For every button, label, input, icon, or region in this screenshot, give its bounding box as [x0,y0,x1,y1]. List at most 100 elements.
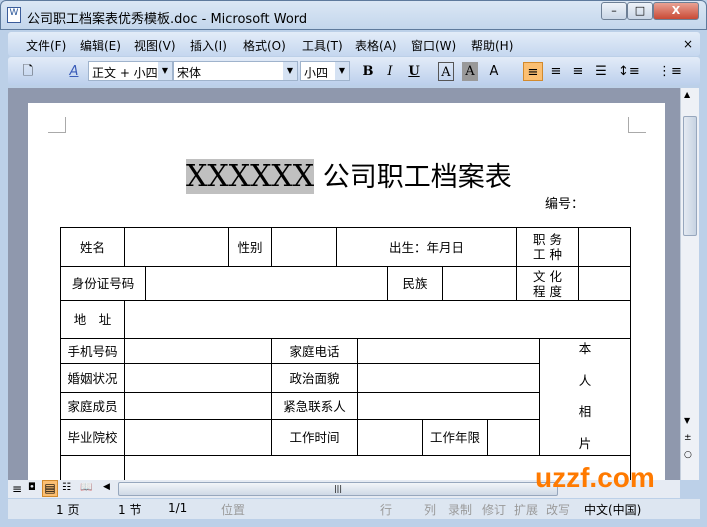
marital-field[interactable] [124,363,272,393]
menu-view[interactable]: 视图(V) [134,37,176,54]
label-edu-line1: 文 化 [533,268,562,284]
window-title: 公司职工档案表优秀模板.doc - Microsoft Word [27,12,308,27]
reading-view-icon[interactable]: 📖 [80,482,92,493]
previous-page-icon[interactable]: ± [684,433,692,443]
align-justify-button[interactable]: ≡ [523,62,543,81]
close-document-button[interactable]: × [683,37,693,51]
emergency-field[interactable] [357,392,540,420]
address-field[interactable] [124,300,631,339]
scroll-left-icon[interactable]: ◀ [103,482,110,492]
minimize-button[interactable]: – [601,2,627,20]
char-shading-button[interactable]: A [462,62,478,81]
menu-table[interactable]: 表格(A) [355,37,397,54]
school-field[interactable] [124,419,272,456]
id-field[interactable] [145,266,388,301]
photo-label: 片 [578,435,592,451]
status-page: 1 页 [56,503,80,517]
birth-field[interactable]: 出生：年月日 [336,227,517,267]
menu-format[interactable]: 格式(O) [243,37,286,54]
line-spacing-button[interactable]: ↕≡ [618,62,640,81]
title-placeholder: XXXXXX [186,159,315,194]
gender-field[interactable] [271,227,337,267]
name-field[interactable] [124,227,229,267]
close-button[interactable]: X [653,2,699,20]
chevron-down-icon: ▼ [283,62,297,80]
print-view-icon[interactable]: ▤ [42,480,58,497]
menu-help[interactable]: 帮助(H) [471,37,513,54]
menu-bar: 文件(F) 编辑(E) 视图(V) 插入(I) 格式(O) 工具(T) 表格(A… [8,32,700,56]
margin-mark [628,117,646,133]
style-select[interactable]: 正文 + 小四 ▼ [88,61,173,81]
label-edu-line2: 程 度 [533,283,562,299]
status-overtype[interactable]: 改写 [546,501,570,518]
menu-insert[interactable]: 插入(I) [190,37,227,54]
home-phone-field[interactable] [357,338,540,364]
underline-button[interactable]: U [404,62,424,81]
menu-file[interactable]: 文件(F) [26,37,66,54]
font-size-select[interactable]: 小四 ▼ [300,61,350,81]
scroll-down-icon[interactable]: ▼ [684,416,690,425]
select-browse-object-icon[interactable]: ○ [684,450,692,460]
number-label: 编号： [545,197,585,212]
web-view-icon[interactable]: ◘ [28,482,36,493]
char-scale-button[interactable]: A [484,62,504,81]
scroll-thumb[interactable] [683,116,697,236]
scroll-thumb[interactable]: ||| [118,482,558,496]
label-education: 文 化程 度 [516,266,579,301]
font-select[interactable]: 宋体 ▼ [173,61,298,81]
font-value: 宋体 [177,66,202,80]
label-job: 职 务工 种 [516,227,579,267]
normal-view-icon[interactable]: ≡ [12,482,22,496]
outline-view-icon[interactable]: ☷ [62,482,71,493]
table-cell[interactable] [60,455,125,482]
status-line: 行 [380,503,393,517]
job-field[interactable] [578,227,631,267]
status-extend[interactable]: 扩展 [514,501,538,518]
ethnic-field[interactable] [442,266,517,301]
word-doc-icon: W [7,7,21,23]
status-section: 1 节 [118,503,142,517]
label-ethnic: 民族 [387,266,443,301]
styles-icon[interactable]: A [64,62,84,81]
mobile-field[interactable] [124,338,272,364]
new-document-icon[interactable]: 🗋 [18,62,38,81]
label-gender: 性别 [228,227,272,267]
political-field[interactable] [357,363,540,393]
work-years-field[interactable] [487,419,540,456]
label-work-years: 工作年限 [422,419,488,456]
photo-cell[interactable]: 本 人 相 片 [539,338,631,456]
watermark-logo: uzzf.com [535,462,655,493]
formatting-toolbar: 🗋 A 正文 + 小四 ▼ 宋体 ▼ 小四 ▼ B I U A A A ≡ ≡ ≡ ☰… [8,57,700,85]
label-school: 毕业院校 [60,419,125,456]
menu-window[interactable]: 窗口(W) [411,37,456,54]
label-mobile: 手机号码 [60,338,125,364]
label-emergency: 紧急联系人 [271,392,358,420]
photo-label: 本 [578,341,592,356]
label-marital: 婚姻状况 [60,363,125,393]
italic-button[interactable]: I [380,62,400,81]
align-center-button[interactable]: ≡ [546,62,566,81]
style-value: 正文 + 小四 [92,66,158,80]
char-border-button[interactable]: A [438,62,454,81]
label-id: 身份证号码 [60,266,146,301]
status-record[interactable]: 录制 [448,501,472,518]
scroll-up-icon[interactable]: ▲ [684,90,690,99]
status-column: 列 [424,503,437,517]
numbering-button[interactable]: ⋮≡ [658,62,682,81]
font-size-value: 小四 [304,66,329,80]
status-position: 位置 [221,503,246,517]
label-political: 政治面貌 [271,363,358,393]
education-field[interactable] [578,266,631,301]
menu-tools[interactable]: 工具(T) [302,37,343,54]
status-track-changes[interactable]: 修订 [482,501,506,518]
maximize-button[interactable]: □ [627,2,653,20]
bold-button[interactable]: B [358,62,378,81]
family-field[interactable] [124,392,272,420]
align-right-button[interactable]: ≡ [568,62,588,81]
menu-edit[interactable]: 编辑(E) [80,37,121,54]
vertical-scrollbar[interactable]: ▲ ▼ ± ○ [680,88,699,480]
work-time-field[interactable] [357,419,423,456]
distributed-button[interactable]: ☰ [591,62,611,81]
label-family: 家庭成员 [60,392,125,420]
chevron-down-icon: ▼ [335,62,349,80]
